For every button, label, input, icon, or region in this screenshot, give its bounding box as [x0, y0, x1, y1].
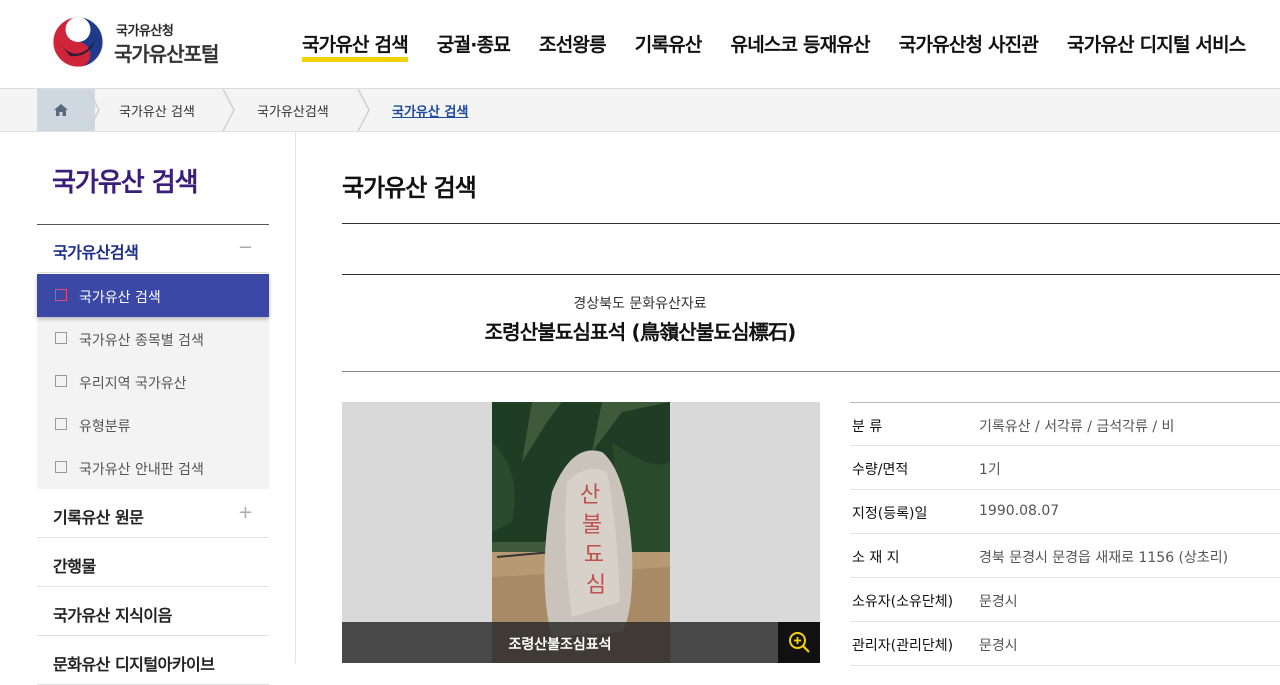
- side-nav-group-knowledge-link[interactable]: 국가유산 지식이음: [37, 588, 269, 636]
- side-nav-sub-label: 국가유산 안내판 검색: [79, 462, 204, 478]
- nav-documentary-heritage[interactable]: 기록유산: [635, 32, 703, 60]
- nav-unesco-heritage[interactable]: 유네스코 등재유산: [731, 32, 871, 60]
- info-value: 경북 문경시 문경읍 새재로 1156 (상초리): [979, 550, 1229, 566]
- side-nav-group-label: 문화유산 디지털아카이브: [53, 655, 215, 674]
- breadcrumb: 국가유산 검색 국가유산검색 국가유산 검색: [0, 89, 1280, 132]
- info-row: 지정(등록)일 1990.08.07: [850, 490, 1280, 534]
- breadcrumb-separator-icon: [357, 89, 370, 131]
- home-icon: [54, 104, 68, 116]
- svg-text:불: 불: [582, 513, 602, 538]
- svg-text:산: 산: [580, 483, 600, 508]
- info-row: 소유자(소유단체) 문경시: [850, 578, 1280, 622]
- nav-palaces[interactable]: 궁궐·종묘: [437, 32, 511, 60]
- info-row: 분 류 기록유산 / 서각류 / 금석각류 / 비: [850, 402, 1280, 446]
- side-nav-title: 국가유산 검색: [52, 168, 199, 198]
- nav-heritage-search[interactable]: 국가유산 검색: [302, 32, 409, 62]
- main-navigation: 국가유산 검색 궁궐·종묘 조선왕릉 기록유산 유네스코 등재유산 국가유산청 …: [302, 32, 1274, 62]
- side-nav-sub-label: 국가유산 검색: [79, 290, 161, 306]
- site-logo[interactable]: 국가유산청 국가유산포털: [52, 16, 252, 70]
- heritage-name: 조령산불됴심표석 (鳥嶺산불됴심標石): [484, 320, 797, 344]
- nav-royal-tombs[interactable]: 조선왕릉: [539, 32, 607, 60]
- info-value: 기록유산 / 서각류 / 금석각류 / 비: [979, 419, 1175, 435]
- info-value: 1기: [979, 462, 1001, 478]
- info-row: 수량/면적 1기: [850, 446, 1280, 490]
- info-key: 분 류: [852, 419, 883, 435]
- breadcrumb-item-current[interactable]: 국가유산 검색: [392, 101, 468, 120]
- side-nav-sub-item-category-search[interactable]: 국가유산 종목별 검색: [37, 317, 269, 360]
- side-navigation: 국가유산 검색 국가유산검색 − 국가유산 검색 국가유산 종목별 검색 우리지…: [0, 132, 296, 685]
- info-key: 지정(등록)일: [852, 506, 928, 522]
- side-nav-group-publications[interactable]: 간행물: [37, 539, 269, 587]
- info-key: 소유자(소유단체): [852, 594, 954, 610]
- breadcrumb-item-2[interactable]: 국가유산검색: [257, 101, 329, 120]
- side-nav-sub-item-type-classification[interactable]: 유형분류: [37, 403, 269, 446]
- title-divider: [342, 223, 1280, 224]
- zoom-in-icon: [789, 632, 810, 653]
- site-header: 국가유산청 국가유산포털 국가유산 검색 궁궐·종묘 조선왕릉 기록유산 유네스…: [0, 0, 1280, 89]
- collapse-icon[interactable]: −: [238, 237, 253, 258]
- checkbox-icon: [55, 332, 67, 344]
- checkbox-icon: [55, 418, 67, 430]
- side-nav-group-digital-archive[interactable]: 문화유산 디지털아카이브: [37, 637, 269, 685]
- side-nav-group-label: 간행물: [53, 557, 96, 576]
- nav-digital-service[interactable]: 국가유산 디지털 서비스: [1067, 32, 1246, 60]
- info-key: 소 재 지: [852, 550, 900, 566]
- side-nav-sub-label: 유형분류: [79, 419, 131, 435]
- checkbox-icon: [55, 289, 67, 301]
- nav-photo-archive[interactable]: 국가유산청 사진관: [899, 32, 1039, 60]
- expand-icon[interactable]: +: [238, 502, 253, 523]
- taegeuk-logo-icon: [52, 16, 104, 68]
- info-value: 1990.08.07: [979, 503, 1060, 519]
- heritage-photo-viewer: 산 불 됴 심 조령산불조심표석: [342, 402, 820, 663]
- side-nav-sub-label: 국가유산 종목별 검색: [79, 333, 204, 349]
- breadcrumb-item-1[interactable]: 국가유산 검색: [119, 101, 195, 120]
- checkbox-icon: [55, 375, 67, 387]
- info-value: 문경시: [979, 594, 1018, 610]
- side-nav-group-label: 기록유산 원문: [53, 508, 144, 527]
- detail-header-divider: [342, 371, 1280, 372]
- logo-subtitle: 국가유산청: [116, 24, 174, 39]
- photo-caption-bar: 조령산불조심표석: [342, 622, 820, 663]
- side-nav-submenu: 국가유산 검색 국가유산 종목별 검색 우리지역 국가유산 유형분류 국가유산 …: [37, 274, 269, 489]
- side-nav-group-label: 국가유산 지식이음: [53, 606, 172, 625]
- info-value: 문경시: [979, 638, 1018, 654]
- side-nav-sub-item-local-heritage[interactable]: 우리지역 국가유산: [37, 360, 269, 403]
- side-nav-sub-label: 우리지역 국가유산: [79, 376, 187, 392]
- heritage-info-table: 분 류 기록유산 / 서각류 / 금석각류 / 비 수량/면적 1기 지정(등록…: [850, 402, 1280, 666]
- side-nav-group-heritage-search[interactable]: 국가유산검색 −: [37, 225, 269, 273]
- info-row: 소 재 지 경북 문경시 문경읍 새재로 1156 (상초리): [850, 534, 1280, 578]
- svg-text:됴: 됴: [584, 543, 604, 568]
- main-content: 국가유산 검색 경상북도 문화유산자료 조령산불됴심표석 (鳥嶺산불됴심標石) …: [342, 132, 1280, 666]
- heritage-designation-type: 경상북도 문화유산자료: [573, 296, 707, 312]
- zoom-in-button[interactable]: [778, 622, 820, 663]
- side-nav-group-original-records[interactable]: 기록유산 원문 +: [37, 490, 269, 538]
- breadcrumb-separator-icon: [87, 89, 100, 131]
- info-key: 관리자(관리단체): [852, 638, 954, 654]
- page-title: 국가유산 검색: [342, 174, 477, 202]
- photo-caption: 조령산불조심표석: [508, 637, 612, 653]
- checkbox-icon: [55, 461, 67, 473]
- info-row: 관리자(관리단체) 문경시: [850, 622, 1280, 666]
- logo-title: 국가유산포털: [114, 42, 219, 66]
- detail-top-divider: [342, 274, 1280, 275]
- side-nav-group-label: 국가유산검색: [53, 243, 139, 262]
- side-nav-sub-item-heritage-search[interactable]: 국가유산 검색: [37, 274, 269, 317]
- side-nav-sub-item-signboard-search[interactable]: 국가유산 안내판 검색: [37, 446, 269, 489]
- breadcrumb-separator-icon: [222, 89, 235, 131]
- info-key: 수량/면적: [852, 462, 909, 478]
- svg-text:심: 심: [586, 573, 606, 598]
